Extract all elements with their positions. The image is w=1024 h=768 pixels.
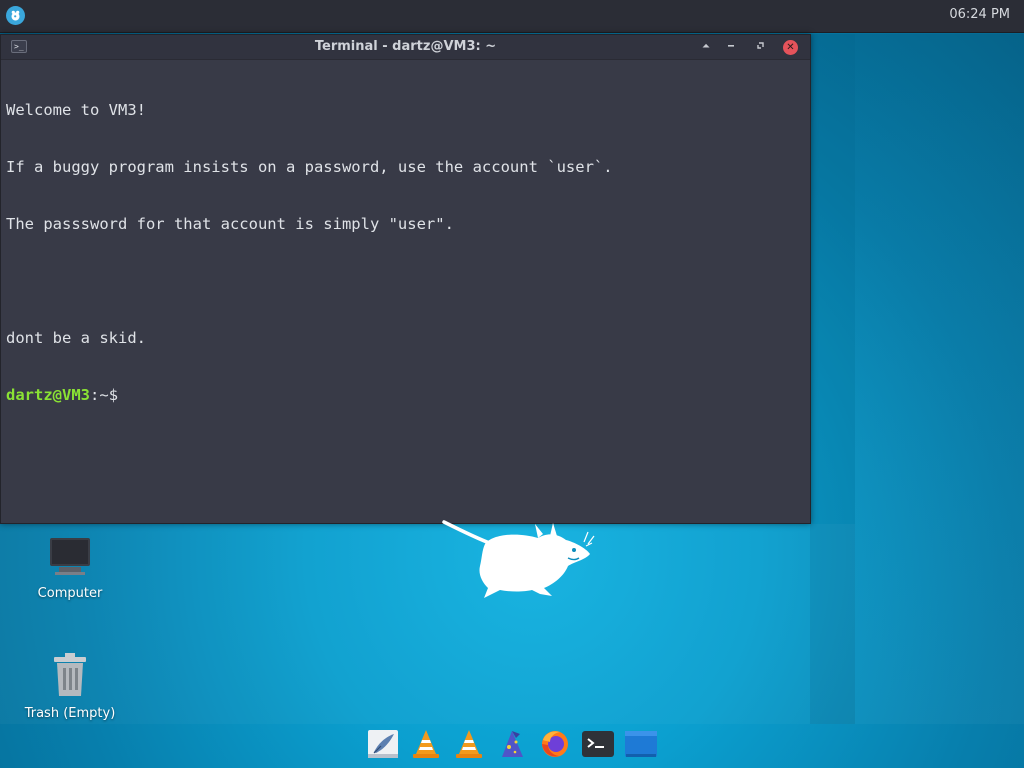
vlc-icon [413,730,439,758]
desktop-background-panel [855,34,1024,724]
dock [360,724,664,764]
vlc-icon [456,730,482,758]
shade-icon[interactable]: ⏶ [699,40,713,54]
terminal-line: The passsword for that account is simply… [6,215,454,233]
dock-item-feather[interactable] [365,726,402,763]
prompt-path: ~ [99,386,109,404]
terminal-window[interactable]: >_ Terminal - dartz@VM3: ~ ⏶ ✕ Welcome t… [0,34,811,524]
terminal-line: dont be a skid. [6,329,146,347]
dock-item-file-manager[interactable] [623,726,660,763]
desktop-icon-label: Trash (Empty) [24,706,116,721]
terminal-line: Welcome to VM3! [6,101,146,119]
dock-item-firefox[interactable] [537,726,574,763]
whisker-menu-icon[interactable] [6,6,25,25]
panel-clock[interactable]: 06:24 PM [949,7,1010,22]
dock-item-vlc-2[interactable] [451,726,488,763]
file-manager-icon [625,731,657,757]
terminal-line: If a buggy program insists on a password… [6,158,613,176]
desktop-icon-computer[interactable]: Computer [20,536,120,601]
window-title: Terminal - dartz@VM3: ~ [314,39,497,54]
wizard-app-icon [502,731,523,757]
maximize-icon[interactable] [754,40,768,54]
trash-icon [54,653,86,696]
close-icon[interactable]: ✕ [783,40,798,55]
dock-item-wizard[interactable] [494,726,531,763]
desktop-icon-label: Computer [37,586,103,601]
prompt-separator: : [90,386,100,404]
terminal-prompt[interactable]: dartz@VM3:~$ [6,386,804,405]
feather-app-icon [368,730,398,758]
firefox-icon [542,731,568,757]
dock-item-vlc-1[interactable] [408,726,445,763]
prompt-symbol: $ [108,386,119,404]
terminal-output[interactable]: Welcome to VM3! If a buggy program insis… [6,63,804,518]
window-titlebar[interactable]: >_ Terminal - dartz@VM3: ~ ⏶ ✕ [1,35,810,60]
minimize-icon[interactable] [724,40,738,54]
desktop-background-panel [0,524,855,724]
terminal-icon [582,731,614,757]
prompt-user-host: dartz@VM3 [6,386,90,404]
computer-icon [50,538,90,575]
xfce-mouse-logo [442,520,595,598]
desktop-icon-trash[interactable]: Trash (Empty) [20,652,120,721]
dock-item-terminal[interactable] [580,726,617,763]
top-panel: 06:24 PM [0,0,1024,33]
